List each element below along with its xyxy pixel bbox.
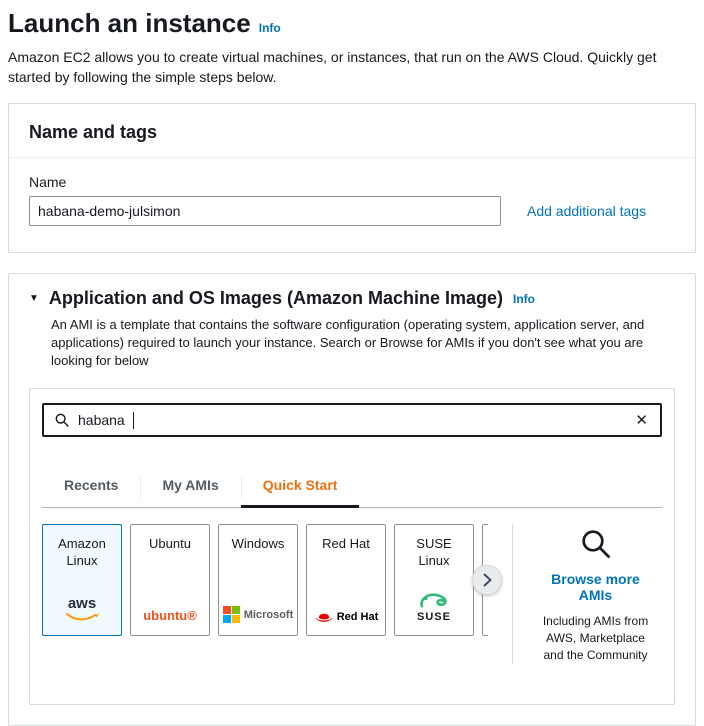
page-info-link[interactable]: Info — [259, 21, 281, 35]
carousel-next-button[interactable] — [472, 565, 502, 595]
ami-card: ▼ Application and OS Images (Amazon Mach… — [8, 273, 696, 726]
browse-more-amis-subtitle: Including AMIs from AWS, Marketplace and… — [535, 613, 656, 664]
os-card-suse-linux[interactable]: SUSE Linux SUSE — [394, 524, 474, 636]
ami-description: An AMI is a template that contains the s… — [51, 316, 675, 370]
os-card-red-hat[interactable]: Red Hat Red Hat — [306, 524, 386, 636]
tab-my-amis[interactable]: My AMIs — [140, 467, 240, 508]
redhat-logo-icon: Red Hat — [314, 610, 379, 623]
aws-logo-icon: aws — [64, 597, 100, 623]
os-carousel: Amazon Linux aws Ubuntu ubu — [42, 524, 488, 636]
name-input[interactable] — [29, 196, 501, 226]
os-card-amazon-linux[interactable]: Amazon Linux aws — [42, 524, 122, 636]
os-card-windows[interactable]: Windows Microsoft — [218, 524, 298, 636]
name-label: Name — [29, 174, 675, 190]
collapse-triangle-icon[interactable]: ▼ — [29, 293, 39, 304]
suse-logo-icon: SUSE — [417, 591, 451, 623]
page-description: Amazon EC2 allows you to create virtual … — [8, 47, 692, 87]
add-additional-tags-link[interactable]: Add additional tags — [527, 203, 646, 219]
os-card-label: Amazon Linux — [47, 535, 117, 569]
name-row: Add additional tags — [29, 196, 675, 226]
os-card-label: Windows — [232, 535, 285, 552]
tab-recents[interactable]: Recents — [42, 467, 140, 508]
microsoft-logo-icon: Microsoft — [223, 606, 294, 623]
name-and-tags-card: Name and tags Name Add additional tags — [8, 103, 696, 253]
browse-search-icon — [578, 526, 614, 562]
search-value: habana — [78, 412, 125, 428]
os-card-label: SUSE Linux — [399, 535, 469, 569]
clear-search-icon[interactable]: ✕ — [633, 411, 650, 429]
name-and-tags-header: Name and tags — [9, 104, 695, 158]
tab-quick-start[interactable]: Quick Start — [241, 467, 360, 508]
ami-tabs: Recents My AMIs Quick Start — [42, 467, 662, 508]
name-and-tags-body: Name Add additional tags — [9, 158, 695, 252]
os-card-label: Red Hat — [322, 535, 370, 552]
ami-selector-panel: habana ✕ Recents My AMIs Quick Start Ama… — [29, 388, 675, 705]
ami-info-link[interactable]: Info — [513, 292, 535, 306]
os-card-ubuntu[interactable]: Ubuntu ubuntu® — [130, 524, 210, 636]
name-and-tags-title: Name and tags — [29, 122, 675, 143]
ami-section-title: Application and OS Images (Amazon Machin… — [49, 288, 503, 309]
os-cards-area: Amazon Linux aws Ubuntu ubu — [42, 524, 662, 704]
search-icon — [54, 412, 70, 428]
os-card-strip: Amazon Linux aws Ubuntu ubu — [42, 524, 488, 636]
ami-search-input[interactable]: habana ✕ — [42, 403, 662, 437]
ubuntu-logo-icon: ubuntu® — [143, 608, 197, 623]
ami-header: ▼ Application and OS Images (Amazon Mach… — [29, 288, 675, 309]
browse-more-amis-link[interactable]: Browse more AMIs — [535, 571, 656, 603]
browse-more-amis-section: Browse more AMIs Including AMIs from AWS… — [512, 524, 662, 664]
text-caret — [133, 412, 134, 429]
os-card-label: Ubuntu — [149, 535, 191, 552]
chevron-right-icon — [483, 573, 492, 587]
page-header: Launch an instance Info — [8, 8, 696, 39]
launch-instance-page: Launch an instance Info Amazon EC2 allow… — [0, 0, 704, 726]
page-title: Launch an instance — [8, 8, 251, 39]
